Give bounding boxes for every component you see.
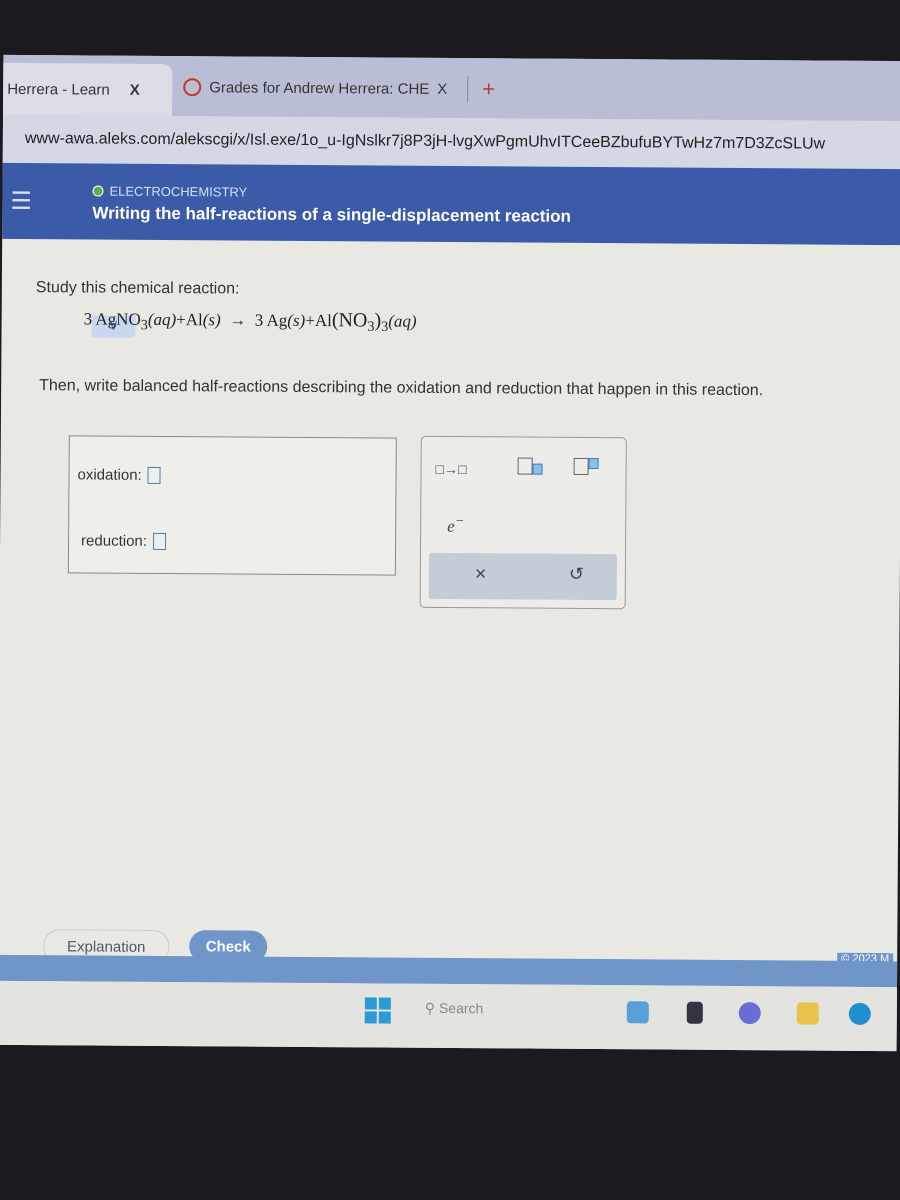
eq-part: 3 [381,318,389,335]
close-tab-icon[interactable]: X [437,80,447,97]
eq-part: (s) [202,310,221,330]
main-content: ∨ Study this chemical reaction: 3 AgNO3(… [0,239,900,966]
task-view-icon[interactable] [686,1001,703,1024]
reaction-arrow-button[interactable]: □→□ [436,461,467,477]
palette-actions: × ↺ [428,552,617,601]
instruction-text: Then, write balanced half-reactions desc… [39,377,764,400]
taskbar: ⚲ Search [0,980,897,1052]
oxidation-input[interactable] [147,466,161,484]
close-tab-icon[interactable]: X [130,81,140,98]
windows-start-icon[interactable] [364,997,391,1024]
tab-grades[interactable]: Grades for Andrew Herrera: CHE X + [183,74,496,103]
oxidation-label: oxidation: [77,466,142,484]
address-bar[interactable]: www-awa.aleks.com/alekscgi/x/Isl.exe/1o_… [2,114,900,170]
eq-part: (NO [331,309,368,332]
electron-symbol: e [447,516,455,536]
tab-label: Grades for Andrew Herrera: CHE [209,78,430,98]
reduction-label: reduction: [81,532,148,550]
base-box-icon [517,457,533,475]
widget-icon[interactable] [626,1001,649,1024]
chemical-equation: 3 AgNO3(aq)+Al(s) → 3 Ag(s)+Al(NO3)3(aq) [84,307,417,336]
tab-learn[interactable]: Herrera - Learn X [3,62,173,117]
tab-label: Herrera - Learn [7,80,110,99]
eq-part: Al [314,311,332,331]
hamburger-icon[interactable]: ☰ [10,187,32,216]
page-title: Writing the half-reactions of a single-d… [92,203,572,226]
aleks-logo-icon [183,78,202,97]
eq-part: + [305,310,315,331]
eq-part: 3 Ag [254,310,288,330]
new-tab-button[interactable]: + [467,76,496,103]
subscript-box-icon [532,463,543,475]
search-label: Search [438,999,484,1017]
chat-icon[interactable] [738,1002,761,1025]
eq-part: 3 AgNO [83,309,141,329]
electron-button[interactable]: e− [447,513,464,537]
undo-icon[interactable]: ↺ [569,564,584,585]
answer-box: oxidation: reduction: [67,435,397,576]
eq-arrow: → [229,310,247,330]
eq-part: 3 [367,318,375,335]
eq-part: (s) [287,310,306,330]
eq-part: (aq) [147,309,177,330]
subscript-button[interactable] [517,457,543,477]
taskbar-search[interactable]: ⚲ Search [425,1000,484,1017]
input-palette: □→□ e− × ↺ [419,435,627,610]
url-text: www-awa.aleks.com/alekscgi/x/Isl.exe/1o_… [24,130,826,153]
eq-part: (aq) [388,311,417,331]
tab-bar: Herrera - Learn X Grades for Andrew Herre… [3,54,900,122]
edge-browser-icon[interactable] [848,1002,871,1025]
eq-part: + [176,310,186,330]
screen: Herrera - Learn X Grades for Andrew Herre… [0,54,900,1052]
intro-text: Study this chemical reaction: [35,279,240,298]
topic-text: ELECTROCHEMISTRY [109,183,248,200]
status-dot-icon [92,185,104,197]
reduction-input[interactable] [152,532,167,551]
file-explorer-icon[interactable] [796,1002,819,1025]
page-header: ☰ ELECTROCHEMISTRY Writing the half-reac… [2,162,900,246]
superscript-box-icon [588,457,599,470]
topic-label: ELECTROCHEMISTRY [92,183,248,200]
superscript-button[interactable] [573,457,599,475]
base-box-icon [573,457,589,475]
clear-icon[interactable]: × [475,563,487,586]
eq-part: Al [185,310,203,330]
electron-charge: − [454,513,465,530]
